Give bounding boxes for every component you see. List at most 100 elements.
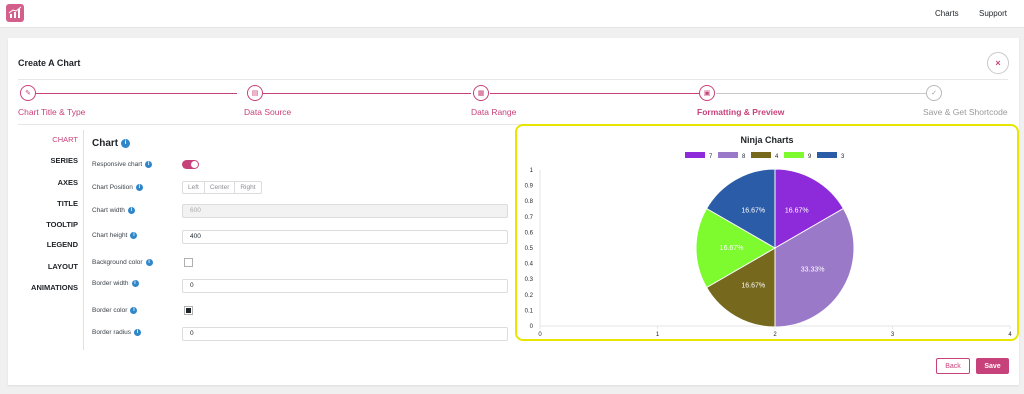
info-icon[interactable]: i	[130, 232, 138, 239]
step-label-formatting-preview[interactable]: Formatting & Preview	[697, 107, 784, 117]
responsive-chart-label: Responsive chart i	[92, 161, 153, 169]
x-tick-label: 4	[1008, 332, 1012, 338]
step-connector	[716, 93, 926, 94]
sidebar-item-layout[interactable]: LAYOUT	[8, 262, 78, 271]
chart-title: Ninja Charts	[740, 135, 793, 145]
step-2-document-icon[interactable]: ▤	[247, 85, 263, 101]
y-tick-label: 0.5	[525, 246, 534, 252]
step-5-check-icon[interactable]: ✓	[926, 85, 942, 101]
chart-height-input[interactable]: 400	[182, 230, 508, 244]
legend-label-7: 7	[709, 154, 713, 160]
step-label-data-source[interactable]: Data Source	[244, 107, 291, 117]
sidebar-item-tooltip[interactable]: TOOLTIP	[8, 220, 78, 229]
step-connector	[34, 93, 237, 94]
chart-height-label: Chart height i	[92, 232, 138, 240]
position-left-option[interactable]: Left	[183, 182, 205, 193]
x-tick-label: 3	[891, 332, 895, 338]
step-1-pencil-icon[interactable]: ✎	[20, 85, 36, 101]
y-tick-label: 0.3	[525, 277, 534, 283]
section-title: Chart i	[92, 138, 131, 149]
legend-swatch-4	[751, 152, 771, 158]
step-label-chart-title-type[interactable]: Chart Title & Type	[18, 107, 85, 117]
y-tick-label: 1	[530, 168, 534, 174]
border-radius-label-text: Border radius	[92, 329, 132, 337]
header-divider	[18, 79, 1008, 80]
x-tick-label: 1	[656, 332, 660, 338]
background-color-label: Background color i	[92, 259, 153, 266]
sidebar-item-series[interactable]: SERIES	[8, 156, 78, 165]
sidebar-item-title[interactable]: TITLE	[8, 199, 78, 208]
nav-charts-link[interactable]: Charts	[935, 9, 959, 18]
border-color-label-text: Border color	[92, 307, 128, 315]
close-button[interactable]: ×	[987, 52, 1009, 74]
info-icon[interactable]: i	[127, 207, 135, 214]
legend-swatch-8	[718, 152, 738, 158]
chart-position-label-text: Chart Position	[92, 184, 133, 192]
step-label-save-shortcode[interactable]: Save & Get Shortcode	[923, 107, 1008, 117]
border-radius-label: Border radius i	[92, 329, 142, 337]
chart-height-label-text: Chart height	[92, 232, 128, 240]
sidebar-item-animations[interactable]: ANIMATIONS	[8, 283, 78, 292]
info-icon[interactable]: i	[130, 307, 138, 314]
legend-swatch-3	[817, 152, 837, 158]
y-tick-label: 0.7	[525, 215, 534, 221]
sidebar-item-legend[interactable]: LEGEND	[8, 240, 78, 249]
top-bar: Charts Support	[0, 0, 1024, 28]
section-title-text: Chart	[92, 138, 119, 149]
pie-slice-label-7: 16.67%	[785, 207, 809, 214]
pie-chart: Ninja Charts 7 8 4 9 3 0 0.1 0.2 0.3 0.4 0.5 0.6 0.7 0…	[525, 135, 1013, 338]
chart-width-label: Chart width i	[92, 207, 135, 214]
step-connector	[263, 93, 471, 94]
legend-swatch-7	[685, 152, 705, 158]
legend-label-4: 4	[775, 154, 779, 160]
responsive-chart-label-text: Responsive chart	[92, 161, 143, 169]
legend-label-9: 9	[808, 154, 812, 160]
step-4-monitor-icon[interactable]: ▣	[699, 85, 715, 101]
info-icon[interactable]: i	[145, 259, 153, 266]
sidebar-item-chart[interactable]: CHART	[8, 135, 78, 144]
pie-slice-label-3: 16.67%	[741, 207, 765, 214]
sidebar-item-axes[interactable]: AXES	[8, 178, 78, 187]
border-width-label-text: Border width	[92, 280, 129, 288]
border-color-label: Border color i	[92, 307, 138, 315]
responsive-chart-toggle[interactable]	[182, 160, 199, 169]
info-icon[interactable]: i	[134, 329, 142, 336]
border-color-swatch[interactable]	[184, 306, 193, 315]
chart-preview: Ninja Charts 7 8 4 9 3 0 0.1 0.2 0.3 0.4 0.5 0.6 0.7 0…	[515, 124, 1019, 341]
step-label-data-range[interactable]: Data Range	[471, 107, 516, 117]
legend-swatch-9	[784, 152, 804, 158]
position-center-option[interactable]: Center	[205, 182, 236, 193]
y-tick-label: 0.8	[525, 199, 534, 205]
pie-slice-label-8: 33.33%	[801, 267, 825, 274]
position-right-option[interactable]: Right	[235, 182, 260, 193]
y-tick-label: 0	[530, 324, 534, 330]
info-icon[interactable]: i	[131, 280, 139, 287]
y-tick-label: 0.9	[525, 184, 534, 190]
save-button[interactable]: Save	[976, 358, 1009, 374]
step-connector	[490, 93, 700, 94]
chart-position-selector: Left Center Right	[182, 181, 262, 194]
chart-width-input[interactable]: 600	[182, 204, 508, 218]
info-icon[interactable]: i	[135, 184, 143, 191]
y-tick-label: 0.4	[525, 262, 534, 268]
y-tick-label: 0.2	[525, 293, 534, 299]
sidebar-divider	[83, 130, 84, 350]
border-radius-input[interactable]: 0	[182, 327, 508, 341]
x-tick-label: 2	[773, 332, 777, 338]
pie-slice-label-9: 16.67%	[720, 245, 744, 252]
background-color-swatch[interactable]	[184, 258, 193, 267]
background-color-label-text: Background color	[92, 259, 143, 267]
legend-label-3: 3	[841, 154, 845, 160]
nav-support-link[interactable]: Support	[979, 9, 1007, 18]
pie-slice-label-4: 16.67%	[741, 283, 765, 290]
step-3-table-icon[interactable]: ▦	[473, 85, 489, 101]
x-tick-label: 0	[538, 332, 542, 338]
app-logo-icon[interactable]	[6, 4, 24, 22]
border-width-label: Border width i	[92, 280, 139, 287]
back-button[interactable]: Back	[936, 358, 970, 374]
chart-position-label: Chart Position i	[92, 184, 143, 191]
page-title: Create A Chart	[18, 58, 81, 68]
info-icon[interactable]: i	[145, 161, 153, 168]
border-width-input[interactable]: 0	[182, 279, 508, 293]
info-icon[interactable]: i	[121, 138, 131, 148]
